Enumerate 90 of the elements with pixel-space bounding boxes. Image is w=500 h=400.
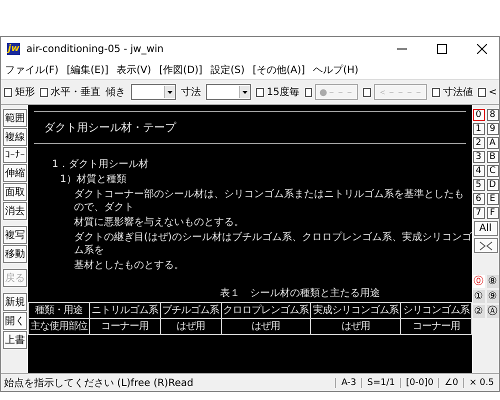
menu-item[interactable]: [作図(D)] bbox=[159, 63, 202, 77]
checkbox[interactable] bbox=[4, 88, 12, 96]
menu-item[interactable]: [その他(A)] bbox=[252, 63, 306, 77]
layer-button[interactable]: 8 bbox=[486, 109, 498, 121]
layer-group-button[interactable]: ② bbox=[472, 305, 484, 318]
tool-button[interactable]: 伸縮 bbox=[3, 164, 27, 182]
swap-button[interactable] bbox=[474, 238, 498, 253]
app-icon: jw bbox=[7, 43, 20, 55]
layer-button[interactable]: 6 bbox=[472, 193, 484, 205]
checkbox-label: 15度毎 bbox=[266, 86, 300, 99]
table-cell: コーナー用 bbox=[89, 318, 160, 334]
tool-button[interactable]: 移動 bbox=[3, 245, 27, 263]
drawing-text: 1）材質と種類 bbox=[59, 173, 128, 186]
layer-button[interactable]: 7 bbox=[472, 207, 484, 219]
layer-button[interactable]: 2 bbox=[472, 137, 484, 149]
menu-item[interactable]: ヘルプ(H) bbox=[313, 63, 358, 77]
swap-icon bbox=[478, 240, 492, 250]
layer-button[interactable]: B bbox=[486, 151, 498, 163]
tool-button[interactable]: 複線 bbox=[3, 128, 27, 146]
drawing-canvas[interactable] bbox=[28, 105, 472, 373]
menu-item[interactable]: ファイル(F) bbox=[5, 63, 59, 77]
dropdown[interactable] bbox=[206, 84, 251, 100]
checkbox[interactable] bbox=[304, 88, 312, 96]
checkbox-label: 矩形 bbox=[14, 86, 35, 99]
tool-button[interactable]: ｺｰﾅｰ bbox=[3, 147, 27, 163]
tool-button[interactable]: 上書 bbox=[3, 331, 27, 349]
status-message: 始点を指示してください (L)free (R)Read bbox=[3, 376, 194, 390]
table-cell: はぜ用 bbox=[310, 318, 401, 334]
layer-button[interactable]: 9 bbox=[486, 123, 498, 135]
column-header: ニトリルゴム系 bbox=[89, 302, 160, 318]
checkbox[interactable] bbox=[256, 88, 264, 96]
menu-item[interactable]: 設定(S) bbox=[210, 63, 245, 77]
status-cell: × 0.5 bbox=[463, 378, 499, 388]
table-cell: はぜ用 bbox=[160, 318, 222, 334]
column-header: ブチルゴム系 bbox=[160, 302, 222, 318]
checkbox[interactable] bbox=[432, 88, 440, 96]
layer-button[interactable]: E bbox=[486, 193, 498, 205]
layer-button[interactable]: 5 bbox=[472, 179, 484, 191]
tool-button[interactable]: 面取 bbox=[3, 183, 27, 201]
maximize-icon bbox=[437, 44, 447, 54]
tool-button[interactable]: 開く bbox=[3, 312, 27, 330]
window-title: air-conditioning-05 - jw_win bbox=[26, 44, 165, 54]
tool-button[interactable]: 範囲 bbox=[3, 109, 27, 127]
layer-button[interactable]: D bbox=[486, 179, 498, 191]
menu-item[interactable]: 表示(V) bbox=[116, 63, 152, 77]
layer-button[interactable]: C bbox=[486, 165, 498, 177]
layer-button[interactable]: 3 bbox=[472, 151, 484, 163]
checkbox-label: < bbox=[488, 86, 498, 98]
layer-group-button[interactable]: ⑧ bbox=[486, 275, 498, 288]
column-header: シリコンゴム系 bbox=[400, 302, 472, 318]
layer-button[interactable]: 4 bbox=[472, 165, 484, 177]
checkbox[interactable] bbox=[478, 88, 486, 96]
layer-button[interactable]: F bbox=[486, 207, 498, 219]
checkbox-label: 寸法値 bbox=[442, 86, 473, 99]
field-label: 傾き bbox=[106, 86, 126, 99]
tool-button[interactable]: 消去 bbox=[3, 202, 27, 220]
drawing-heading: ダクト用シール材・テープ bbox=[44, 120, 178, 135]
column-header: 種類・用途 bbox=[28, 302, 90, 318]
layer-button[interactable]: A bbox=[486, 137, 498, 149]
checkbox[interactable] bbox=[40, 88, 48, 96]
column-header: クロロプレンゴム系 bbox=[221, 302, 311, 318]
field-label: 寸法 bbox=[180, 86, 201, 99]
layer-group-button[interactable]: ⑨ bbox=[486, 290, 498, 303]
table-caption: 表１ シール材の種類と主たる用途 bbox=[219, 286, 381, 300]
menu-item[interactable]: [編集(E)] bbox=[66, 63, 108, 77]
all-layers-button[interactable]: All bbox=[474, 221, 498, 236]
drawing-text: ダクトの継ぎ目(はぜ)のシール材はブチルゴム系、クロロプレンゴム系、実成シリコンゴム系を bbox=[73, 231, 472, 257]
table-cell: 主な使用部位 bbox=[28, 318, 90, 334]
status-cell: [0-0]0 bbox=[400, 378, 438, 388]
layer-button[interactable]: 1 bbox=[472, 123, 484, 135]
layer-group-button[interactable]: ① bbox=[472, 290, 484, 303]
table-cell: はぜ用 bbox=[221, 318, 311, 334]
status-cell: S=1/1 bbox=[361, 378, 400, 388]
drawing-text: 基材としたものとする。 bbox=[73, 259, 185, 272]
checkbox[interactable] bbox=[363, 88, 371, 96]
table-cell: コーナー用 bbox=[400, 318, 472, 334]
dropdown[interactable] bbox=[130, 84, 176, 100]
column-header: 実成シリコンゴム系 bbox=[310, 302, 401, 318]
drawing-text: 1．ダクト用シール材 bbox=[51, 158, 150, 171]
layer-group-button[interactable]: Ⓐ bbox=[486, 305, 498, 318]
close-icon bbox=[477, 44, 487, 54]
layer-button[interactable]: 0 bbox=[472, 109, 484, 121]
drawing-text: ダクトコーナー部のシール材は、シリコンゴム系またはニトリルゴム系を基準としたもので、ダクト bbox=[73, 188, 465, 214]
status-cell: A-3 bbox=[335, 378, 362, 388]
tool-button[interactable]: 新規 bbox=[3, 293, 27, 311]
status-cell: ∠0 bbox=[438, 378, 464, 388]
layer-group-button[interactable]: ⓪ bbox=[472, 275, 484, 288]
tool-button[interactable]: 複写 bbox=[3, 226, 27, 244]
drawing-text: 材質に悪影響を与えないものとする。 bbox=[73, 216, 245, 229]
checkbox-label: 水平・垂直 bbox=[50, 86, 101, 99]
